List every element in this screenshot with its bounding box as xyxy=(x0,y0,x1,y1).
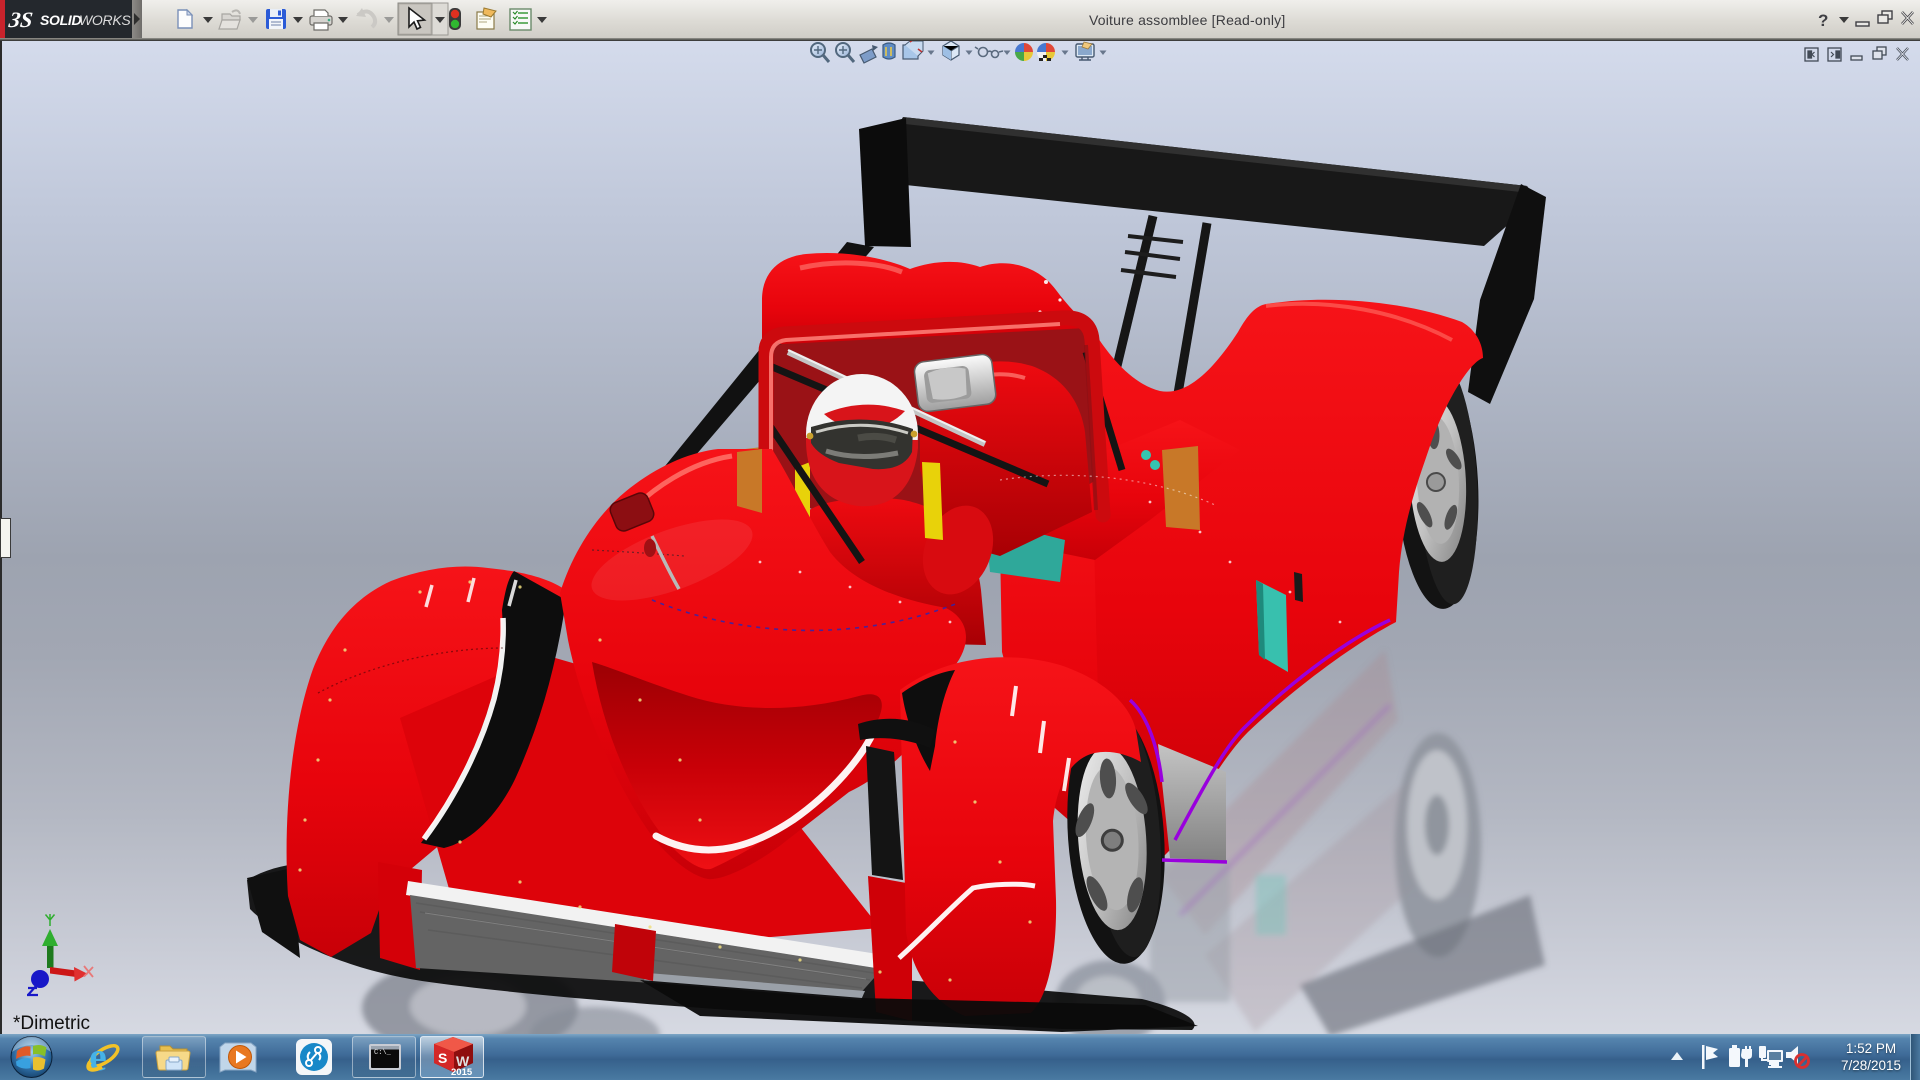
svg-text:C:\_: C:\_ xyxy=(374,1049,392,1057)
svg-text:?: ? xyxy=(1818,11,1828,30)
svg-text:S: S xyxy=(438,1050,447,1066)
svg-text:2015: 2015 xyxy=(451,1067,473,1078)
svg-text:e: e xyxy=(89,1034,107,1079)
